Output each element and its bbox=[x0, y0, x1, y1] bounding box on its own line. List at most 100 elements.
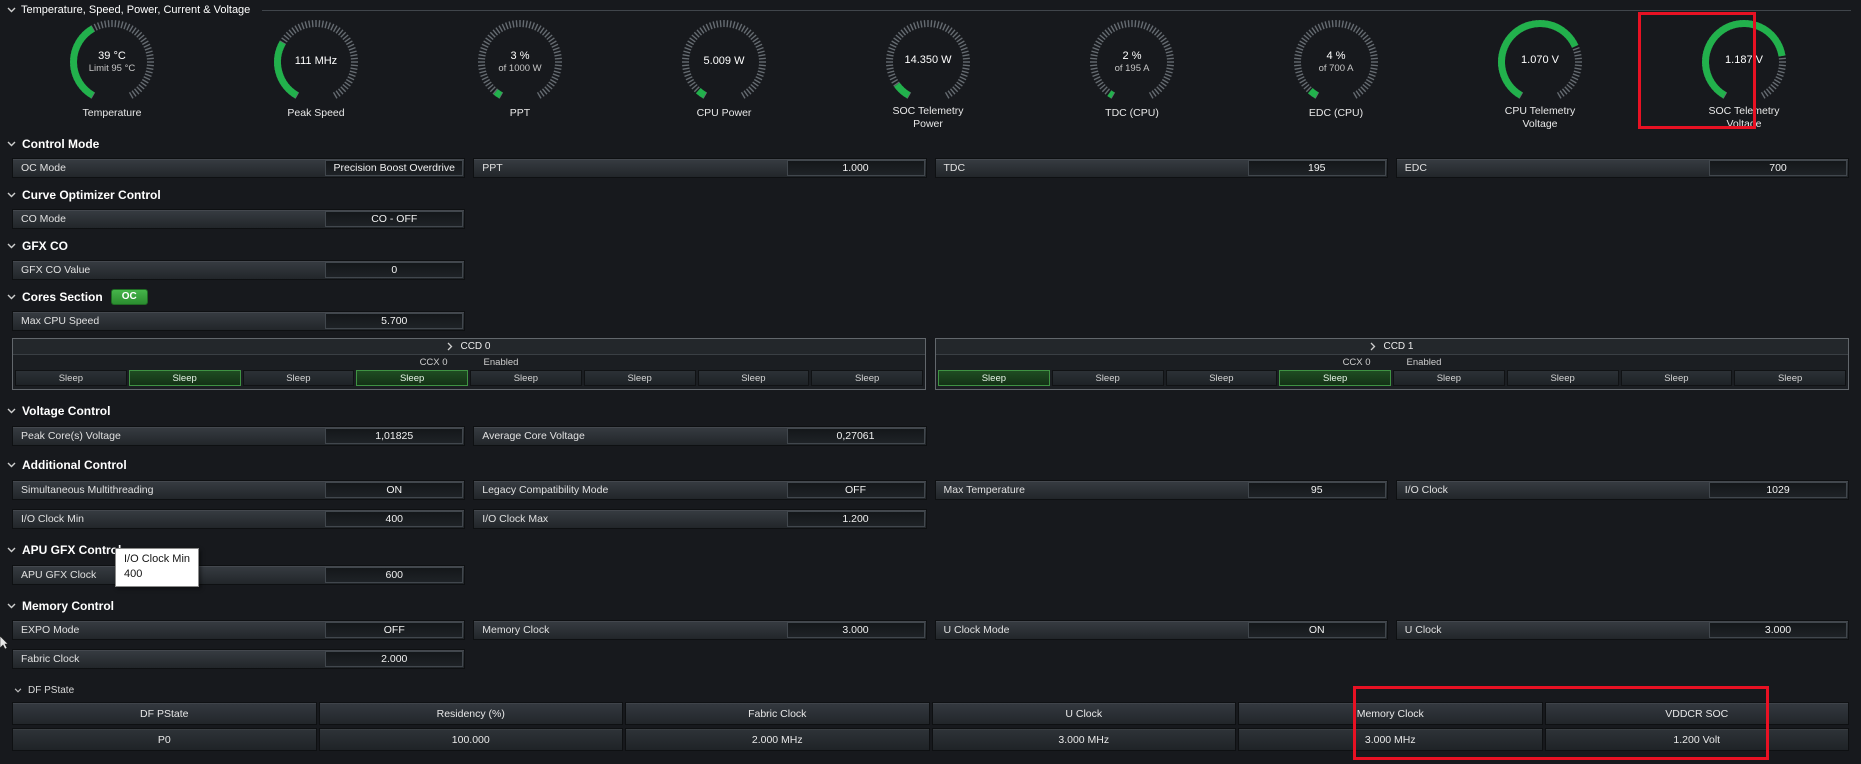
core-cell[interactable]: Sleep bbox=[938, 370, 1050, 386]
section-control-mode[interactable]: Control Mode bbox=[7, 135, 1849, 153]
field-value[interactable]: OFF bbox=[786, 482, 925, 498]
core-cell[interactable]: Sleep bbox=[1506, 370, 1619, 386]
field-value[interactable]: ON bbox=[1247, 622, 1386, 638]
field-value[interactable]: Precision Boost Overdrive bbox=[325, 160, 464, 176]
field-value[interactable]: 1.200 bbox=[786, 511, 925, 527]
gauge-value: 5.009 W bbox=[703, 54, 745, 67]
field-value[interactable]: 2.000 bbox=[325, 651, 464, 667]
field-value[interactable]: 3.000 bbox=[786, 622, 925, 638]
section-memory-control[interactable]: Memory Control bbox=[7, 597, 1849, 615]
gauge-label: EDC (CPU) bbox=[1308, 107, 1364, 119]
section-title: Curve Optimizer Control bbox=[22, 188, 161, 202]
section-cores[interactable]: Cores Section OC bbox=[7, 288, 1849, 306]
core-cell[interactable]: Sleep bbox=[1279, 370, 1391, 386]
table-cell: 3.000 MHz bbox=[1238, 728, 1543, 751]
gauge-label: CPU Power bbox=[696, 107, 752, 119]
field-legacy-compatibility-mode: Legacy Compatibility Mode OFF bbox=[473, 480, 927, 500]
chevron-down-icon bbox=[7, 547, 16, 553]
field-value[interactable]: 1029 bbox=[1709, 482, 1847, 498]
gauge-value: 14.350 W bbox=[904, 53, 952, 66]
section-df-pstate[interactable]: DF PState bbox=[14, 683, 1849, 697]
ccd-title-label: CCD 1 bbox=[1383, 341, 1414, 352]
field-edc-limit: EDC 700 bbox=[1395, 158, 1849, 178]
column-header: Fabric Clock bbox=[625, 702, 930, 725]
field-label: Peak Core(s) Voltage bbox=[21, 430, 121, 442]
field-label: I/O Clock bbox=[1404, 484, 1448, 496]
field-label: GFX CO Value bbox=[21, 264, 91, 276]
ccd0-header[interactable]: CCD 0 bbox=[13, 339, 925, 355]
gauge-label: Temperature bbox=[82, 107, 142, 119]
divider bbox=[262, 9, 1851, 11]
field-value[interactable]: 400 bbox=[325, 511, 464, 527]
field-value[interactable]: 5.700 bbox=[325, 313, 464, 329]
core-cell[interactable]: Sleep bbox=[1734, 370, 1846, 386]
field-value[interactable]: 1.000 bbox=[786, 160, 925, 176]
ccx-label: CCX 0 bbox=[1342, 356, 1371, 368]
chevron-right-icon bbox=[448, 342, 453, 351]
section-curve-optimizer-control[interactable]: Curve Optimizer Control bbox=[7, 186, 1849, 204]
field-value[interactable]: OFF bbox=[325, 622, 464, 638]
field-value[interactable]: 0 bbox=[325, 262, 464, 278]
tooltip-title: I/O Clock Min bbox=[124, 553, 191, 565]
ccx-row: CCX 0 Enabled bbox=[936, 355, 1848, 369]
ccd-panel-0: CCD 0 CCX 0 Enabled Sleep Sleep Sleep Sl… bbox=[12, 338, 926, 390]
section-apu-gfx-control[interactable]: APU GFX Control bbox=[7, 541, 1849, 559]
gauge-value: 1.187 V bbox=[1725, 53, 1763, 66]
field-value[interactable]: 700 bbox=[1709, 160, 1847, 176]
field-value[interactable]: 1,01825 bbox=[325, 428, 464, 444]
df-pstate-table: DF PState Residency (%) Fabric Clock U C… bbox=[12, 702, 1849, 751]
field-label: CO Mode bbox=[21, 213, 66, 225]
field-value[interactable]: 0,27061 bbox=[786, 428, 925, 444]
core-cell[interactable]: Sleep bbox=[470, 370, 582, 386]
field-smt: Simultaneous Multithreading ON bbox=[12, 480, 466, 500]
core-cell[interactable]: Sleep bbox=[15, 370, 127, 386]
core-cell[interactable]: Sleep bbox=[583, 370, 696, 386]
field-label: Simultaneous Multithreading bbox=[21, 484, 154, 496]
gauge-value: 4 % bbox=[1326, 50, 1346, 62]
field-label: Memory Clock bbox=[482, 624, 550, 636]
field-label: Average Core Voltage bbox=[482, 430, 585, 442]
gauge-value: 3 % bbox=[510, 50, 530, 62]
section-additional-control[interactable]: Additional Control bbox=[7, 456, 1849, 474]
field-uclock-mode: U Clock Mode ON bbox=[934, 620, 1388, 640]
chevron-down-icon bbox=[7, 603, 16, 609]
field-peak-core-voltage: Peak Core(s) Voltage 1,01825 bbox=[12, 426, 466, 446]
gauge-label: PPT bbox=[509, 107, 531, 119]
table-cell: 1.200 Volt bbox=[1544, 728, 1849, 751]
core-cell[interactable]: Sleep bbox=[128, 370, 241, 386]
chevron-right-icon bbox=[1371, 342, 1376, 351]
ccx-status: Enabled bbox=[483, 356, 519, 368]
table-cell: 100.000 bbox=[318, 728, 623, 751]
field-value[interactable]: CO - OFF bbox=[325, 211, 464, 227]
gauge-edc-cpu: 4 % of 700 A EDC (CPU) bbox=[1234, 19, 1438, 131]
core-cell[interactable]: Sleep bbox=[697, 370, 810, 386]
gauge-cpu-power: 5.009 W CPU Power bbox=[622, 19, 826, 131]
field-value[interactable]: 600 bbox=[325, 567, 464, 583]
section-voltage-control[interactable]: Voltage Control bbox=[7, 402, 1849, 420]
column-header: Memory Clock bbox=[1238, 702, 1543, 725]
core-cell[interactable]: Sleep bbox=[811, 370, 923, 386]
column-header: DF PState bbox=[12, 702, 317, 725]
field-value[interactable]: 95 bbox=[1247, 482, 1386, 498]
field-io-clock-min: I/O Clock Min 400 bbox=[12, 509, 466, 529]
section-gfx-co[interactable]: GFX CO bbox=[7, 237, 1849, 255]
core-cell[interactable]: Sleep bbox=[1051, 370, 1164, 386]
core-cell[interactable]: Sleep bbox=[1165, 370, 1278, 386]
field-value[interactable]: 195 bbox=[1247, 160, 1386, 176]
table-cell: 2.000 MHz bbox=[625, 728, 930, 751]
core-cell[interactable]: Sleep bbox=[1620, 370, 1733, 386]
field-value[interactable]: ON bbox=[325, 482, 464, 498]
field-label: TDC bbox=[943, 162, 966, 174]
core-cell[interactable]: Sleep bbox=[356, 370, 468, 386]
column-header: VDDCR SOC bbox=[1544, 702, 1849, 725]
gauge-sub: of 700 A bbox=[1318, 63, 1354, 74]
gauge-soc-telemetry-power: 14.350 W SOC Telemetry Power bbox=[826, 19, 1030, 131]
ccd1-header[interactable]: CCD 1 bbox=[936, 339, 1848, 355]
field-ppt-limit: PPT 1.000 bbox=[473, 158, 927, 178]
main-section-header[interactable]: Temperature, Speed, Power, Current & Vol… bbox=[0, 0, 1861, 17]
core-cell[interactable]: Sleep bbox=[242, 370, 355, 386]
field-value[interactable]: 3.000 bbox=[1709, 622, 1847, 638]
field-io-clock-max: I/O Clock Max 1.200 bbox=[473, 509, 927, 529]
ccd-panels: CCD 0 CCX 0 Enabled Sleep Sleep Sleep Sl… bbox=[12, 338, 1849, 390]
core-cell[interactable]: Sleep bbox=[1393, 370, 1505, 386]
